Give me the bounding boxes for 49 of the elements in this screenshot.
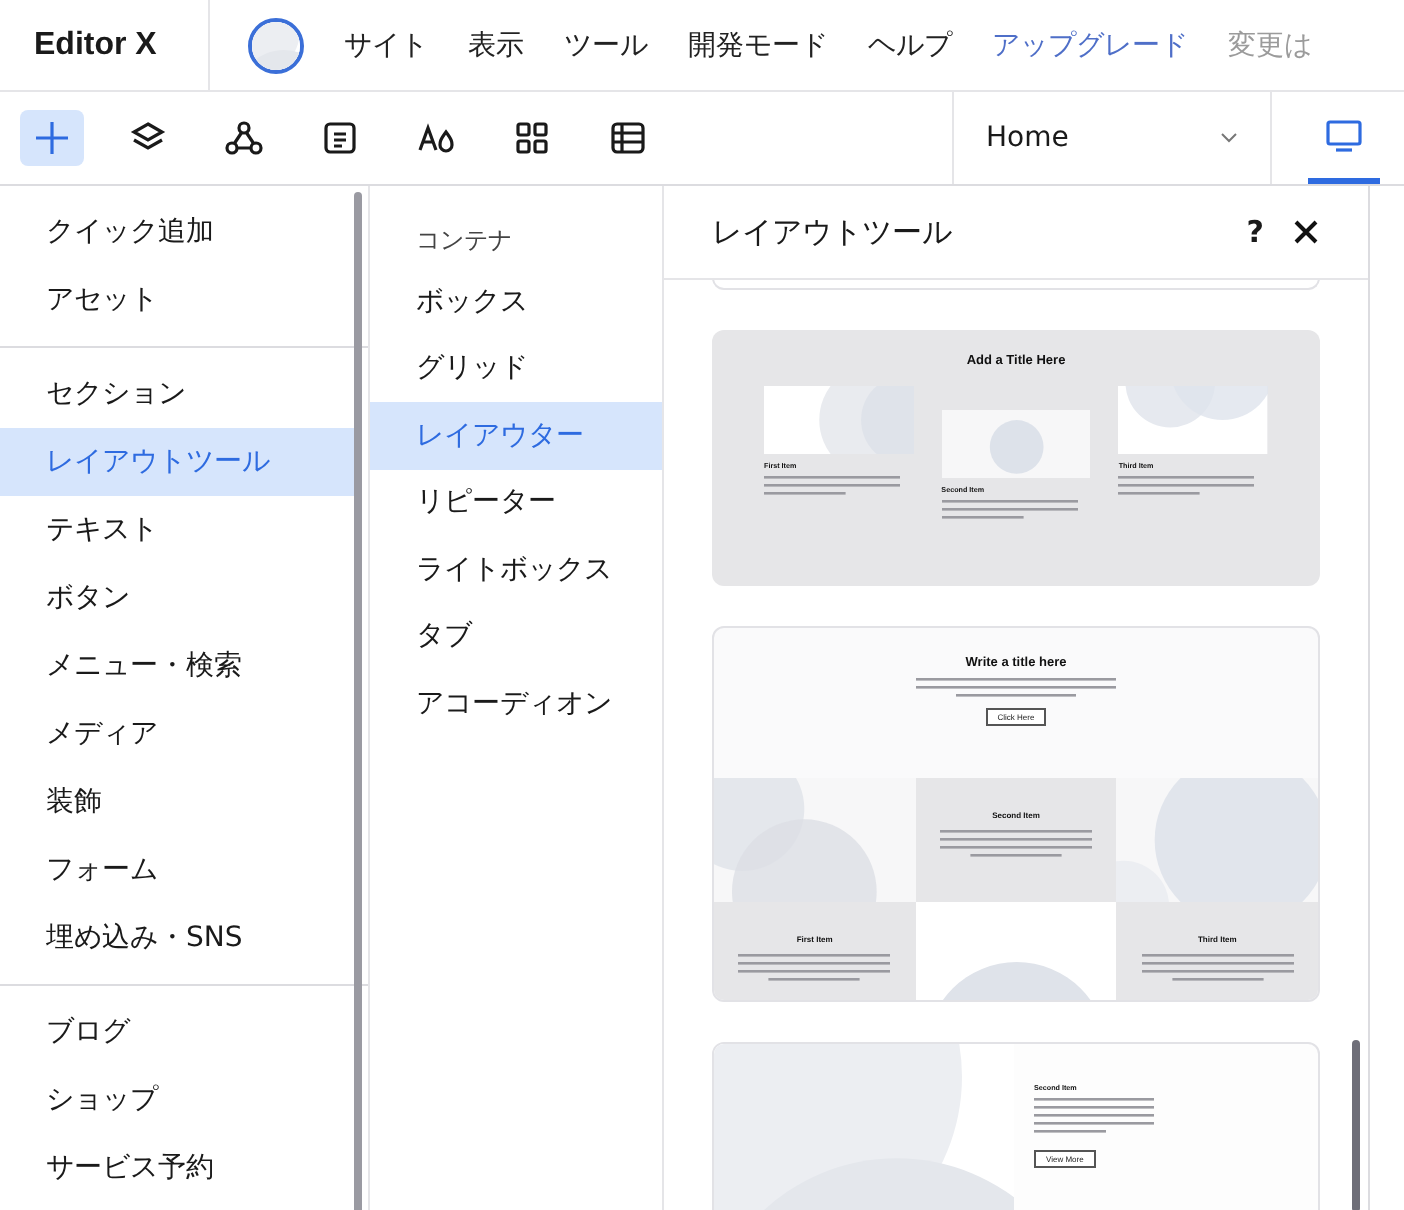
category-item[interactable]: 埋め込み・SNS — [0, 904, 356, 972]
close-icon[interactable] — [1292, 218, 1320, 246]
category-item[interactable]: アセット — [0, 266, 356, 334]
layers-icon — [132, 122, 166, 150]
chevron-down-icon — [1220, 132, 1238, 144]
section-heading: コンテナ — [414, 224, 514, 258]
subcategory-item[interactable]: グリッド — [370, 335, 662, 402]
category-item[interactable]: レイアウトツール — [0, 428, 356, 496]
scrollbar[interactable] — [354, 192, 362, 1210]
category-item[interactable]: ボタン — [0, 564, 356, 632]
menu-item[interactable]: ヘルプ — [868, 27, 952, 63]
category-item[interactable]: セクション — [0, 360, 356, 428]
text-lines-drawing — [1034, 1096, 1154, 1136]
subcategory-item[interactable]: アコーディオン — [370, 670, 662, 737]
category-item[interactable]: メディア — [0, 700, 356, 768]
table-icon — [611, 122, 645, 154]
subcategory-item[interactable]: ライトボックス — [370, 536, 662, 603]
site-avatar[interactable] — [248, 17, 304, 73]
category-item[interactable]: フォーム — [0, 836, 356, 904]
subcategory-item[interactable]: タブ — [370, 603, 662, 670]
nodes-icon — [225, 121, 263, 155]
category-item[interactable]: テキスト — [0, 496, 356, 564]
subcategory-item[interactable]: リピーター — [370, 469, 662, 536]
page-dropdown[interactable]: Home — [952, 92, 1272, 184]
menu-item[interactable]: ツール — [564, 27, 648, 63]
menu-item[interactable]: 表示 — [468, 27, 524, 63]
app-logo[interactable]: Editor X — [0, 0, 210, 90]
apps-icon — [516, 122, 548, 154]
subcategory-item[interactable]: レイアウター — [370, 402, 662, 469]
scrollbar[interactable] — [1352, 1040, 1360, 1210]
text-lines-drawing — [941, 498, 1078, 522]
menu-item[interactable]: アップグレード — [992, 27, 1188, 63]
panel-title: レイアウトツール — [712, 213, 952, 251]
help-button[interactable]: ? — [1246, 214, 1264, 250]
font-drop-icon — [418, 126, 454, 153]
category-item[interactable]: ブログ — [0, 998, 356, 1066]
text-lines-drawing — [1118, 474, 1255, 498]
add-icon — [34, 120, 70, 156]
category-item[interactable]: ショップ — [0, 1066, 356, 1134]
page-icon — [324, 122, 356, 154]
text-lines-drawing — [764, 474, 900, 498]
category-item[interactable]: クイック追加 — [0, 198, 356, 266]
menu-item[interactable]: 開発モード — [688, 27, 828, 63]
category-item[interactable]: メニュー・検索 — [0, 632, 356, 700]
category-item[interactable]: 装飾 — [0, 768, 356, 836]
subcategory-item[interactable]: ボックス — [370, 268, 662, 335]
menu-item[interactable]: サイト — [344, 27, 428, 63]
category-item[interactable]: サービス予約 — [0, 1134, 356, 1202]
monitor-icon — [1324, 117, 1364, 153]
